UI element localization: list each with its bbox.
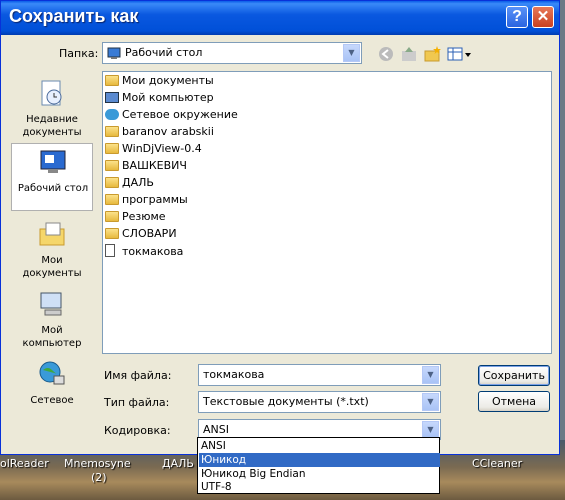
sidebar-item-label: Сетевое [30, 395, 74, 406]
encoding-option-ansi[interactable]: ANSI [199, 439, 440, 453]
file-name: Мои документы [122, 74, 214, 87]
filename-input[interactable]: токмакова ▼ [198, 364, 441, 386]
folder-icon [105, 126, 119, 137]
list-item[interactable]: ДАЛЬ [105, 176, 154, 192]
filetype-select[interactable]: Текстовые документы (*.txt) ▼ [198, 391, 441, 413]
file-name: ВАШКЕВИЧ [122, 159, 187, 172]
help-button[interactable]: ? [506, 6, 528, 28]
window-title: Сохранить как [9, 6, 139, 26]
filetype-value: Текстовые документы (*.txt) [203, 395, 369, 408]
new-folder-icon[interactable] [423, 45, 441, 63]
encoding-value: ANSI [203, 423, 229, 436]
folder-icon [105, 194, 119, 205]
my-computer-icon [105, 92, 119, 103]
network-icon [105, 109, 119, 120]
desktop-label-ccleaner[interactable]: CCleaner [472, 457, 522, 470]
folder-select[interactable]: Рабочий стол ▼ [102, 42, 362, 64]
text-file-icon [105, 244, 115, 257]
places-bar: Недавние документы Рабочий стол Мои доку… [9, 71, 95, 446]
sidebar-item-label: Недавние документы [22, 114, 82, 138]
encoding-option-unicode-big-endian[interactable]: Юникод Big Endian [199, 467, 440, 481]
folder-icon [105, 211, 119, 222]
folder-icon [105, 177, 119, 188]
sidebar-item-label: Рабочий стол [17, 183, 89, 194]
sidebar-item-my-computer[interactable]: Мой компьютер [11, 286, 93, 354]
file-name: WinDjView-0.4 [122, 142, 202, 155]
sidebar-item-my-documents[interactable]: Мои документы [11, 216, 93, 284]
file-list[interactable]: Мои документы Мой компьютер Сетевое окру… [102, 71, 552, 354]
my-computer-icon [40, 292, 62, 316]
encoding-label: Кодировка: [104, 424, 171, 437]
list-item[interactable]: Резюме [105, 210, 166, 226]
folder-icon [105, 143, 119, 154]
save-button[interactable]: Сохранить [478, 365, 550, 386]
chevron-down-icon[interactable]: ▼ [422, 421, 439, 438]
filetype-label: Тип файла: [104, 396, 170, 409]
list-item[interactable]: программы [105, 193, 188, 209]
sidebar-item-recent[interactable]: Недавние документы [11, 75, 93, 143]
list-item[interactable]: СЛОВАРИ [105, 227, 177, 243]
folder-value: Рабочий стол [125, 46, 203, 59]
title-bar[interactable]: Сохранить как ? ✕ [1, 1, 559, 35]
filename-value: токмакова [203, 368, 265, 381]
encoding-dropdown-list: ANSI Юникод Юникод Big Endian UTF-8 [197, 437, 440, 494]
file-name: СЛОВАРИ [122, 227, 177, 240]
chevron-down-icon[interactable]: ▼ [343, 44, 360, 62]
sidebar-item-label: Мой компьютер [22, 325, 82, 349]
list-item[interactable]: Сетевое окружение [105, 108, 238, 124]
list-item[interactable]: Мой компьютер [105, 91, 214, 107]
file-name: программы [122, 193, 188, 206]
list-item[interactable]: WinDjView-0.4 [105, 142, 202, 158]
my-documents-icon [105, 75, 119, 86]
list-item[interactable]: токмакова [105, 244, 183, 260]
filename-label: Имя файла: [104, 369, 172, 382]
sidebar-item-label: Мои документы [22, 255, 82, 279]
sidebar-item-desktop[interactable]: Рабочий стол [11, 143, 93, 211]
folder-label: Папка: [59, 47, 99, 60]
save-as-dialog: Сохранить как ? ✕ Папка: Рабочий стол ▼ … [0, 0, 560, 455]
desktop-icon [40, 150, 66, 173]
network-icon [39, 361, 65, 385]
view-menu-icon[interactable] [447, 45, 473, 63]
encoding-option-utf8[interactable]: UTF-8 [199, 480, 440, 494]
desktop-icon [107, 47, 121, 59]
file-name: Мой компьютер [122, 91, 214, 104]
sidebar-item-network[interactable]: Сетевое [11, 356, 93, 424]
list-item[interactable]: ВАШКЕВИЧ [105, 159, 187, 175]
recent-documents-icon [41, 80, 62, 106]
desktop-label-count: (2) [91, 471, 107, 484]
chevron-down-icon[interactable]: ▼ [422, 393, 439, 411]
encoding-option-unicode[interactable]: Юникод [199, 453, 440, 467]
file-name: Резюме [122, 210, 166, 223]
up-folder-icon[interactable] [400, 45, 418, 63]
back-icon[interactable] [377, 45, 395, 63]
folder-icon [105, 228, 119, 239]
my-documents-icon [39, 222, 65, 246]
desktop-label-mnemosyne[interactable]: Mnemosyne [64, 457, 131, 470]
desktop-label-dal[interactable]: ДАЛЬ [162, 457, 194, 470]
cancel-button[interactable]: Отмена [478, 391, 550, 412]
folder-icon [105, 160, 119, 171]
chevron-down-icon[interactable]: ▼ [422, 366, 439, 384]
file-name: Сетевое окружение [122, 108, 238, 121]
file-name: токмакова [122, 245, 184, 258]
desktop-label-olreader[interactable]: olReader [0, 457, 49, 470]
file-name: baranov arabskii [122, 125, 214, 138]
list-item[interactable]: Мои документы [105, 74, 214, 90]
close-button[interactable]: ✕ [532, 6, 554, 28]
list-item[interactable]: baranov arabskii [105, 125, 214, 141]
file-name: ДАЛЬ [122, 176, 154, 189]
